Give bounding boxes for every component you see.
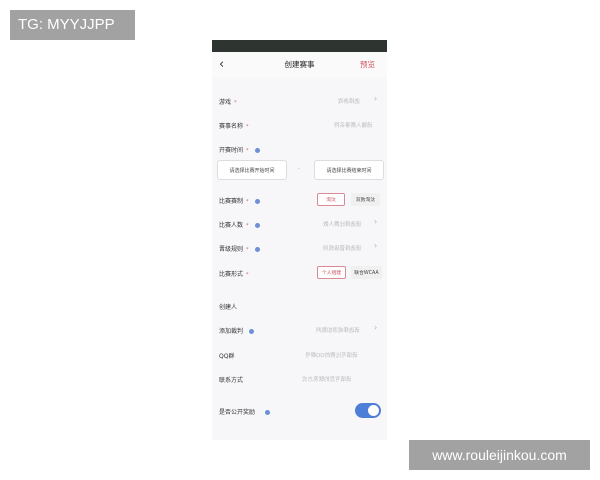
format-option-double-elimination[interactable]: 双败淘汰 bbox=[351, 193, 380, 206]
contact-input[interactable]: 请填写您的联系方式 bbox=[302, 375, 352, 383]
format-row: 比赛赛制 * bbox=[219, 196, 260, 205]
phone-screen: ‹ 创建赛事 预览 游戏 * 选择游戏 › 赛事名称 * 请输入赛事名称 开赛时间 *… bbox=[212, 40, 387, 440]
players-label: 比赛人数 bbox=[219, 222, 244, 229]
info-icon[interactable] bbox=[265, 410, 271, 415]
start-time-row: 开赛时间 * bbox=[219, 145, 260, 154]
info-icon[interactable] bbox=[254, 223, 260, 228]
nav-bar: ‹ 创建赛事 预览 bbox=[212, 52, 387, 78]
chevron-left-icon[interactable]: ‹ bbox=[219, 57, 233, 73]
chevron-right-icon[interactable]: › bbox=[374, 217, 377, 226]
creator-label: 创建人 bbox=[219, 304, 238, 311]
chevron-right-icon[interactable]: › bbox=[374, 241, 377, 250]
mode-option-personal[interactable]: 个人组建 bbox=[317, 266, 346, 279]
public-reward-row: 是否公开奖励 bbox=[219, 407, 271, 416]
start-time-label: 开赛时间 bbox=[219, 147, 244, 154]
page-title: 创建赛事 bbox=[284, 60, 315, 69]
required-mark: * bbox=[246, 223, 249, 229]
contact-label: 联系方式 bbox=[219, 377, 244, 384]
game-label: 游戏 bbox=[219, 99, 232, 106]
game-placeholder: 选择游戏 bbox=[338, 99, 361, 105]
required-mark: * bbox=[246, 199, 249, 205]
players-row[interactable]: 比赛人数 * bbox=[219, 220, 260, 229]
qq-input[interactable]: 请填写比赛的QQ群号 bbox=[305, 351, 358, 359]
advance-label: 晋级规则 bbox=[219, 246, 244, 253]
required-mark: * bbox=[246, 247, 249, 253]
game-row[interactable]: 游戏 * bbox=[219, 97, 237, 106]
referee-row[interactable]: 添加裁判 bbox=[219, 326, 255, 335]
mode-row: 比赛形式 * bbox=[219, 269, 249, 278]
format-label: 比赛赛制 bbox=[219, 198, 244, 205]
chevron-right-icon[interactable]: › bbox=[374, 94, 377, 103]
name-label: 赛事名称 bbox=[219, 123, 244, 130]
info-icon[interactable] bbox=[254, 148, 260, 153]
referee-placeholder: 请选择或添加裁判 bbox=[316, 328, 361, 334]
mode-label: 比赛形式 bbox=[219, 271, 244, 278]
mode-option-wcaa[interactable]: 联合WCAA bbox=[351, 266, 382, 279]
info-icon[interactable] bbox=[254, 247, 260, 252]
name-input[interactable]: 请输入赛事名称 bbox=[334, 121, 373, 129]
info-icon[interactable] bbox=[254, 199, 260, 204]
preview-button[interactable]: 预览 bbox=[360, 59, 375, 70]
required-mark: * bbox=[234, 100, 237, 106]
required-mark: * bbox=[246, 272, 249, 278]
date-separator: - bbox=[298, 166, 300, 172]
required-mark: * bbox=[246, 124, 249, 130]
public-reward-toggle[interactable] bbox=[355, 403, 381, 418]
chevron-right-icon[interactable]: › bbox=[374, 323, 377, 332]
format-option-elimination[interactable]: 淘汰 bbox=[317, 193, 345, 206]
qq-label: QQ群 bbox=[219, 353, 235, 360]
status-bar bbox=[212, 40, 387, 52]
public-reward-label: 是否公开奖励 bbox=[219, 409, 256, 416]
players-placeholder: 请选择比赛人数 bbox=[323, 222, 362, 228]
advance-row[interactable]: 晋级规则 * bbox=[219, 244, 260, 253]
required-mark: * bbox=[246, 148, 249, 154]
start-date-button[interactable]: 请选择比赛开始时间 bbox=[217, 160, 287, 180]
watermark-bottom-right: www.rouleijinkou.com bbox=[409, 440, 590, 470]
end-date-button[interactable]: 请选择比赛结束时间 bbox=[314, 160, 384, 180]
info-icon[interactable] bbox=[249, 329, 255, 334]
name-row: 赛事名称 * bbox=[219, 121, 249, 130]
advance-placeholder: 请选择晋级规则 bbox=[323, 246, 362, 252]
watermark-top-left: TG: MYYJJPP bbox=[10, 10, 135, 40]
referee-label: 添加裁判 bbox=[219, 328, 244, 335]
toggle-knob bbox=[368, 405, 379, 416]
